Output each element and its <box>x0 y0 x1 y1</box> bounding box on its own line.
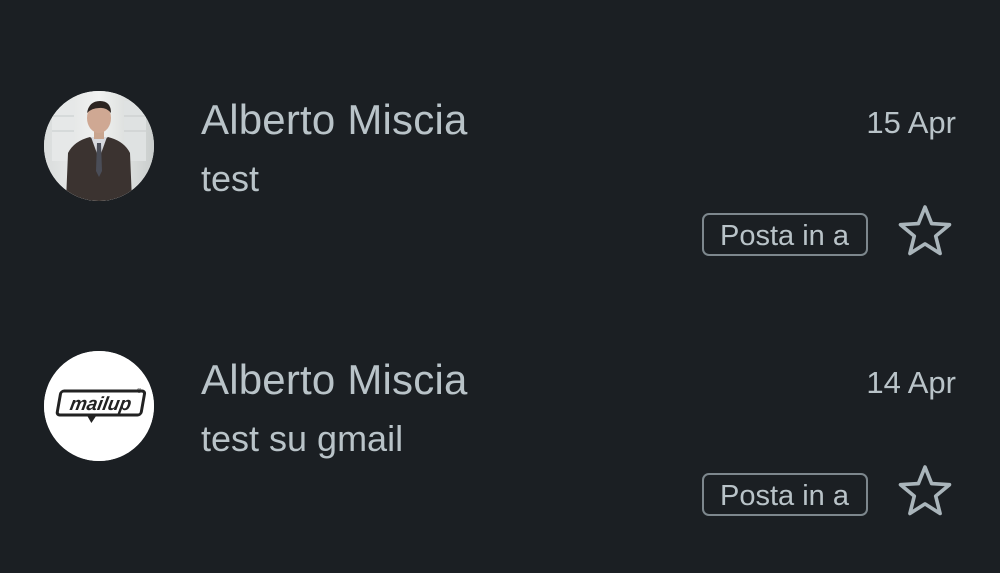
label-chip-text: Posta in a <box>720 480 849 512</box>
mailup-logo-icon: mailup ® <box>44 351 154 461</box>
message-date: 15 Apr <box>866 105 956 140</box>
star-icon[interactable] <box>896 203 954 259</box>
svg-text:®: ® <box>137 388 142 395</box>
person-photo-icon <box>44 91 154 201</box>
sender-name: Alberto Miscia <box>201 356 468 403</box>
message-list: Alberto Miscia test 15 Apr Posta in a ma… <box>0 0 1000 573</box>
sender-avatar[interactable]: mailup ® <box>44 351 154 461</box>
message-subject: test <box>201 158 260 199</box>
message-date: 14 Apr <box>866 365 956 400</box>
label-chip-text: Posta in a <box>720 220 849 252</box>
svg-text:mailup: mailup <box>68 394 133 415</box>
label-chip: Posta in a <box>702 473 868 516</box>
message-row[interactable]: mailup ® Alberto Miscia test su gmail 14… <box>0 320 1000 550</box>
message-row[interactable]: Alberto Miscia test 15 Apr Posta in a <box>0 60 1000 290</box>
star-icon[interactable] <box>896 463 954 519</box>
message-subject: test su gmail <box>201 418 404 459</box>
label-chip: Posta in a <box>702 213 868 256</box>
sender-name: Alberto Miscia <box>201 96 468 143</box>
sender-avatar[interactable] <box>44 91 154 201</box>
